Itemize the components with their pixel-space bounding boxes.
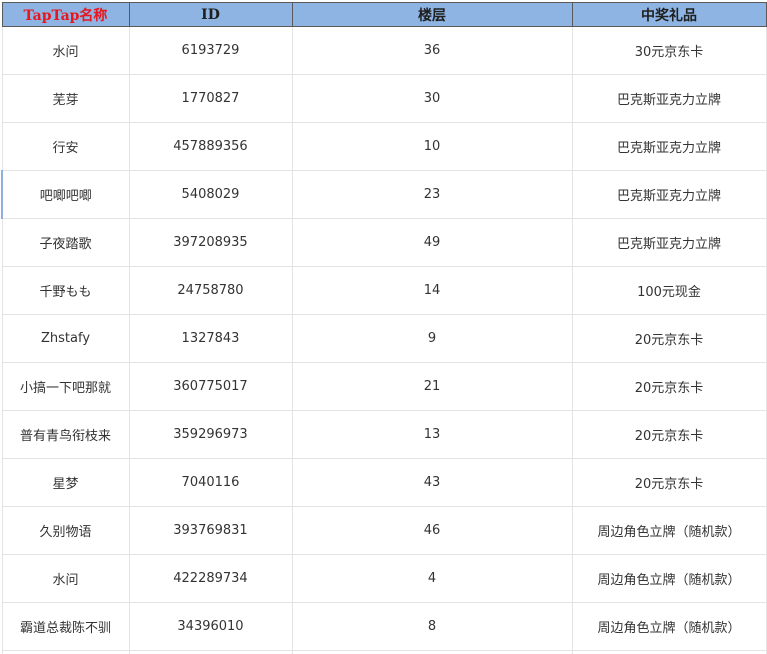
table-row: 久别物语 393769831 46 周边角色立牌（随机款） (1, 506, 767, 555)
cell-floor[interactable]: 10 (291, 122, 573, 171)
cell-name[interactable]: 吧唧吧唧 (1, 170, 130, 219)
cell-floor[interactable]: 9 (291, 314, 573, 363)
cell-name[interactable]: 霸道总裁陈不驯 (1, 602, 130, 651)
cell-id[interactable]: 393769831 (128, 506, 293, 555)
cell-id[interactable]: 457889356 (128, 122, 293, 171)
cell-empty[interactable] (571, 650, 767, 654)
table-row: 芜芽 1770827 30 巴克斯亚克力立牌 (1, 74, 767, 123)
cell-id[interactable]: 422289734 (128, 554, 293, 603)
cell-floor[interactable]: 14 (291, 266, 573, 315)
cell-id[interactable]: 34396010 (128, 602, 293, 651)
cell-floor[interactable]: 49 (291, 218, 573, 267)
header-row: TapTap名称 ID 楼层 中奖礼品 (1, 2, 767, 27)
header-cell-id[interactable]: ID (128, 2, 293, 27)
table-row: 吧唧吧唧 5408029 23 巴克斯亚克力立牌 (1, 170, 767, 219)
table-row: 水问 422289734 4 周边角色立牌（随机款） (1, 554, 767, 603)
cell-floor[interactable]: 13 (291, 410, 573, 459)
table-row: Zhstafy 1327843 9 20元京东卡 (1, 314, 767, 363)
cell-prize[interactable]: 20元京东卡 (571, 410, 767, 459)
cell-prize[interactable]: 巴克斯亚克力立牌 (571, 74, 767, 123)
cell-floor[interactable]: 30 (291, 74, 573, 123)
cell-name[interactable]: 小搞一下吧那就 (1, 362, 130, 411)
spreadsheet-sheet: TapTap名称 ID 楼层 中奖礼品 水问 6193729 36 30元京东卡… (0, 0, 767, 654)
cell-name[interactable]: 星梦 (1, 458, 130, 507)
winners-table: TapTap名称 ID 楼层 中奖礼品 水问 6193729 36 30元京东卡… (1, 2, 767, 654)
header-cell-name[interactable]: TapTap名称 (1, 2, 130, 27)
cell-name[interactable]: 芜芽 (1, 74, 130, 123)
cell-prize[interactable]: 30元京东卡 (571, 26, 767, 75)
cell-prize[interactable]: 周边角色立牌（随机款） (571, 602, 767, 651)
cell-prize[interactable]: 巴克斯亚克力立牌 (571, 218, 767, 267)
cell-floor[interactable]: 46 (291, 506, 573, 555)
table-row: 霸道总裁陈不驯 34396010 8 周边角色立牌（随机款） (1, 602, 767, 651)
cell-id[interactable]: 24758780 (128, 266, 293, 315)
cell-prize[interactable]: 100元现金 (571, 266, 767, 315)
table-row: 普有青鸟衔枝来 359296973 13 20元京东卡 (1, 410, 767, 459)
table-body: 水问 6193729 36 30元京东卡 芜芽 1770827 30 巴克斯亚克… (1, 26, 767, 654)
cell-prize[interactable]: 巴克斯亚克力立牌 (571, 122, 767, 171)
table-row-cutoff (1, 650, 767, 654)
cell-id[interactable]: 7040116 (128, 458, 293, 507)
cell-prize[interactable]: 20元京东卡 (571, 458, 767, 507)
table-row: 小搞一下吧那就 360775017 21 20元京东卡 (1, 362, 767, 411)
cell-floor[interactable]: 23 (291, 170, 573, 219)
cell-name[interactable]: 普有青鸟衔枝来 (1, 410, 130, 459)
cell-floor[interactable]: 4 (291, 554, 573, 603)
cell-empty[interactable] (1, 650, 130, 654)
cell-id[interactable]: 1770827 (128, 74, 293, 123)
cell-empty[interactable] (291, 650, 573, 654)
cell-name[interactable]: 千野もも (1, 266, 130, 315)
cell-name[interactable]: 水问 (1, 26, 130, 75)
cell-floor[interactable]: 36 (291, 26, 573, 75)
cell-prize[interactable]: 20元京东卡 (571, 314, 767, 363)
cell-floor[interactable]: 8 (291, 602, 573, 651)
cell-id[interactable]: 5408029 (128, 170, 293, 219)
cell-id[interactable]: 6193729 (128, 26, 293, 75)
cell-name[interactable]: Zhstafy (1, 314, 130, 363)
cell-empty[interactable] (128, 650, 293, 654)
cell-prize[interactable]: 20元京东卡 (571, 362, 767, 411)
cell-prize[interactable]: 巴克斯亚克力立牌 (571, 170, 767, 219)
cell-floor[interactable]: 43 (291, 458, 573, 507)
cell-id[interactable]: 1327843 (128, 314, 293, 363)
cell-name[interactable]: 行安 (1, 122, 130, 171)
cell-prize[interactable]: 周边角色立牌（随机款） (571, 506, 767, 555)
cell-name[interactable]: 久别物语 (1, 506, 130, 555)
table-row: 千野もも 24758780 14 100元现金 (1, 266, 767, 315)
cell-id[interactable]: 359296973 (128, 410, 293, 459)
table-row: 星梦 7040116 43 20元京东卡 (1, 458, 767, 507)
header-cell-floor[interactable]: 楼层 (291, 2, 573, 27)
table-row: 子夜踏歌 397208935 49 巴克斯亚克力立牌 (1, 218, 767, 267)
header-cell-prize[interactable]: 中奖礼品 (571, 2, 767, 27)
table-row: 行安 457889356 10 巴克斯亚克力立牌 (1, 122, 767, 171)
table-row: 水问 6193729 36 30元京东卡 (1, 26, 767, 75)
cell-name[interactable]: 子夜踏歌 (1, 218, 130, 267)
cell-id[interactable]: 360775017 (128, 362, 293, 411)
cell-floor[interactable]: 21 (291, 362, 573, 411)
table-header: TapTap名称 ID 楼层 中奖礼品 (1, 2, 767, 27)
cell-name[interactable]: 水问 (1, 554, 130, 603)
cell-id[interactable]: 397208935 (128, 218, 293, 267)
cell-prize[interactable]: 周边角色立牌（随机款） (571, 554, 767, 603)
